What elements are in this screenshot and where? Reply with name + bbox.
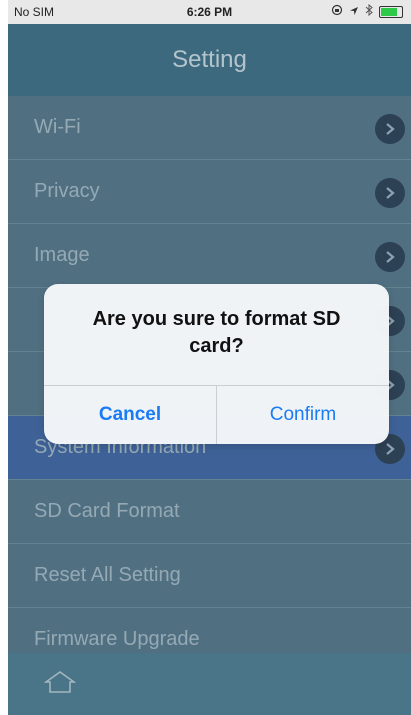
dialog-buttons: Cancel Confirm xyxy=(44,385,389,444)
battery-icon xyxy=(379,5,403,18)
status-icons xyxy=(331,3,403,19)
location-icon xyxy=(349,5,359,19)
dialog-message: Are you sure to format SD card? xyxy=(92,308,341,357)
lock-rotation-icon xyxy=(331,4,343,19)
cancel-button[interactable]: Cancel xyxy=(44,386,217,444)
format-confirm-dialog: Are you sure to format SD card? Cancel C… xyxy=(44,284,389,444)
status-bar: No SIM 6:26 PM xyxy=(8,0,411,24)
phone-screen: No SIM 6:26 PM Setting Wi-Fi Privacy Ima… xyxy=(8,0,411,715)
confirm-button[interactable]: Confirm xyxy=(217,386,389,444)
bluetooth-icon xyxy=(365,3,373,19)
